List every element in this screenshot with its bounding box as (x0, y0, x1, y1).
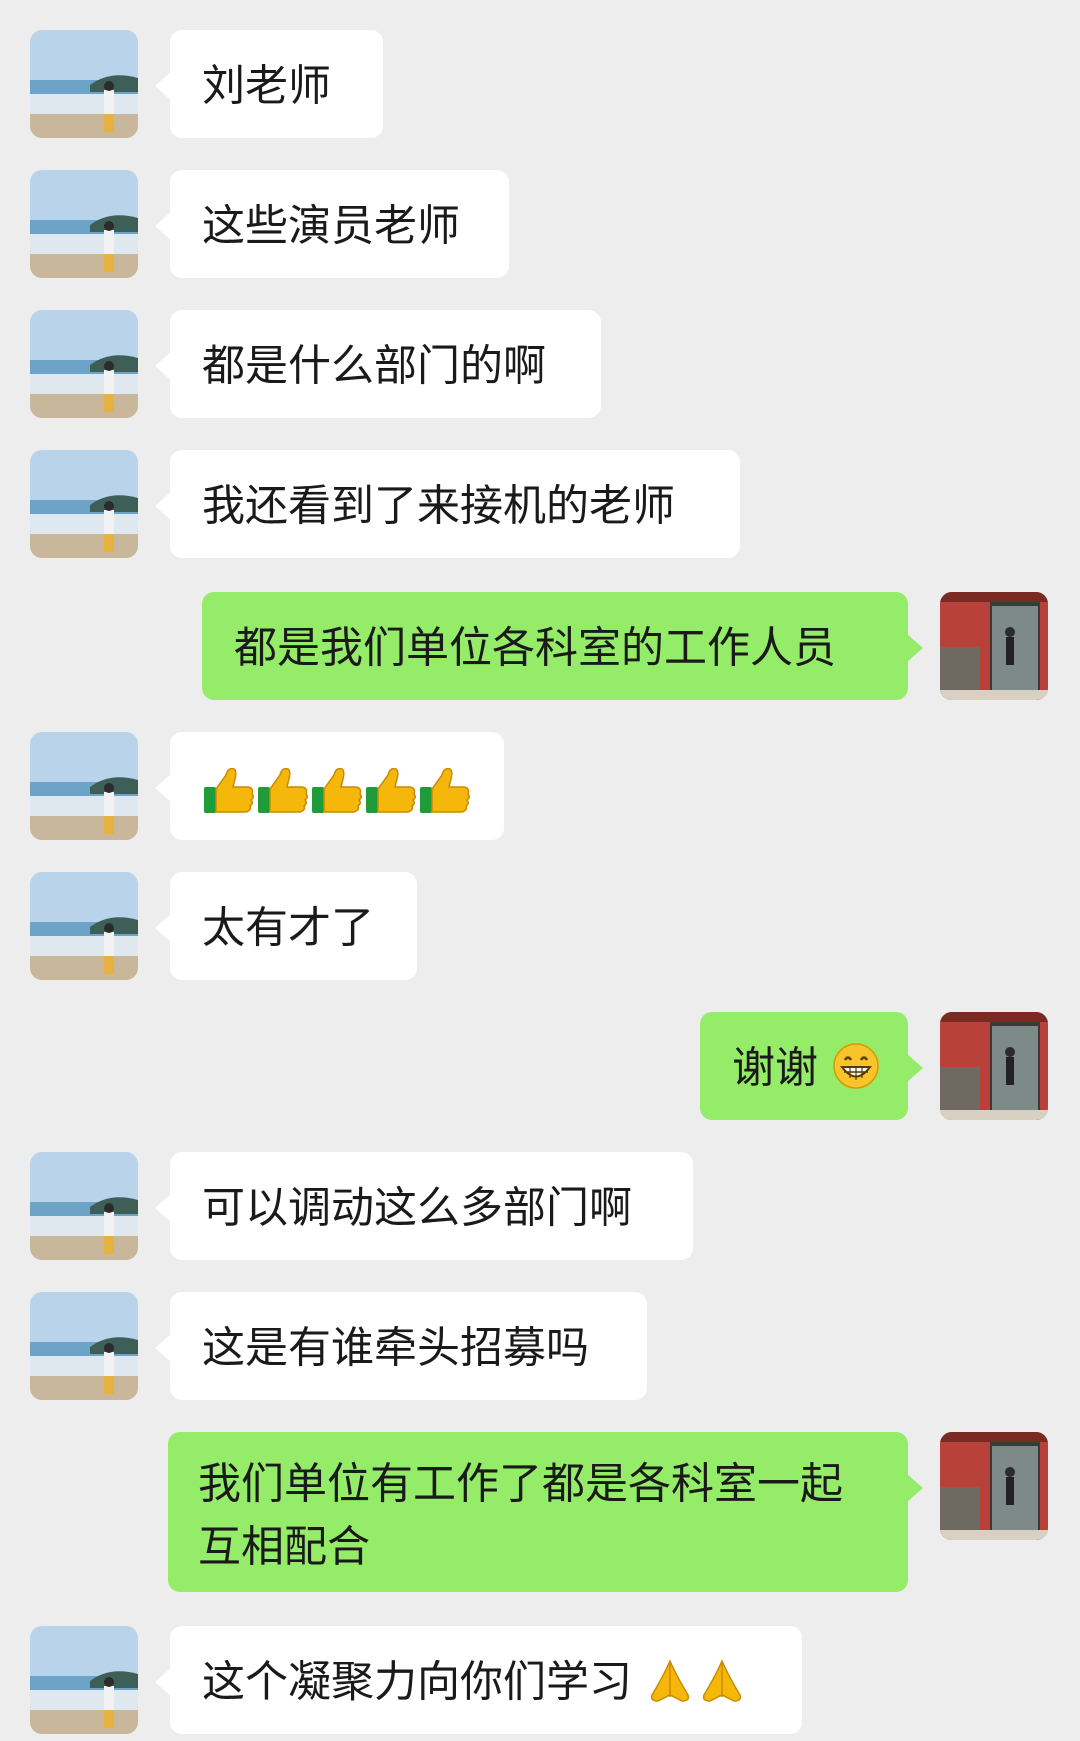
beach-photo-avatar-icon (30, 1626, 138, 1734)
message-text: 刘老师 (202, 61, 331, 112)
beach-photo-avatar-icon (30, 1152, 138, 1260)
red-wall-photo-avatar-icon (940, 1012, 1048, 1120)
contact-avatar[interactable] (30, 1292, 138, 1400)
message-text: 都是我们单位各科室的工作人员 (234, 623, 836, 674)
contact-avatar[interactable] (30, 170, 138, 278)
beach-photo-avatar-icon (30, 170, 138, 278)
incoming-message-bubble[interactable]: 这是有谁牵头招募吗 (155, 1292, 647, 1400)
message-text: 太有才了 (202, 903, 374, 954)
bubble-tail (155, 914, 171, 942)
incoming-message-bubble[interactable]: 刘老师 (155, 30, 383, 138)
outgoing-message-bubble[interactable]: 都是我们单位各科室的工作人员 (202, 592, 923, 700)
message-text: 这是有谁牵头招募吗 (202, 1323, 589, 1374)
bubble-tail (907, 1054, 923, 1082)
grinning-face-icon (832, 1042, 879, 1089)
bubble-tail (155, 1334, 171, 1362)
beach-photo-avatar-icon (30, 450, 138, 558)
bubble-tail (155, 492, 171, 520)
contact-avatar[interactable] (30, 732, 138, 840)
contact-avatar[interactable] (30, 310, 138, 418)
contact-avatar[interactable] (30, 30, 138, 138)
user-avatar[interactable] (940, 1432, 1048, 1540)
contact-avatar[interactable] (30, 1626, 138, 1734)
bubble-tail (907, 1474, 923, 1502)
user-avatar[interactable] (940, 1012, 1048, 1120)
incoming-message-bubble[interactable]: 这个凝聚力向你们学习 (155, 1626, 802, 1734)
incoming-message-bubble[interactable]: 都是什么部门的啊 (155, 310, 601, 418)
contact-avatar[interactable] (30, 872, 138, 980)
beach-photo-avatar-icon (30, 1292, 138, 1400)
contact-avatar[interactable] (30, 450, 138, 558)
message-text: 谢谢 (732, 1043, 818, 1094)
message-text: 这个凝聚力向你们学习 (202, 1657, 632, 1708)
message-text: 这些演员老师 (202, 201, 460, 252)
bubble-tail (155, 774, 171, 802)
beach-photo-avatar-icon (30, 30, 138, 138)
incoming-message-bubble[interactable]: 我还看到了来接机的老师 (155, 450, 740, 558)
beach-photo-avatar-icon (30, 310, 138, 418)
outgoing-message-bubble[interactable]: 谢谢 (700, 1012, 923, 1120)
bubble-tail (155, 352, 171, 380)
bubble-tail (155, 212, 171, 240)
beach-photo-avatar-icon (30, 732, 138, 840)
bubble-tail (907, 634, 923, 662)
incoming-message-bubble[interactable] (155, 732, 504, 840)
incoming-message-bubble[interactable]: 太有才了 (155, 872, 417, 980)
bubble-tail (155, 1194, 171, 1222)
red-wall-photo-avatar-icon (940, 1432, 1048, 1540)
red-wall-photo-avatar-icon (940, 592, 1048, 700)
message-text: 我们单位有工作了都是各科室一起互相配合 (198, 1459, 843, 1573)
outgoing-message-bubble[interactable]: 我们单位有工作了都是各科室一起互相配合 (168, 1432, 923, 1592)
message-text: 可以调动这么多部门啊 (202, 1183, 632, 1234)
bubble-tail (155, 1668, 171, 1696)
contact-avatar[interactable] (30, 1152, 138, 1260)
incoming-message-bubble[interactable]: 这些演员老师 (155, 170, 509, 278)
user-avatar[interactable] (940, 592, 1048, 700)
folded-hands-icon (650, 1658, 741, 1702)
thumbs-up-icon (204, 767, 470, 813)
message-text: 我还看到了来接机的老师 (202, 481, 675, 532)
bubble-tail (155, 72, 171, 100)
message-text: 都是什么部门的啊 (202, 341, 546, 392)
beach-photo-avatar-icon (30, 872, 138, 980)
incoming-message-bubble[interactable]: 可以调动这么多部门啊 (155, 1152, 693, 1260)
